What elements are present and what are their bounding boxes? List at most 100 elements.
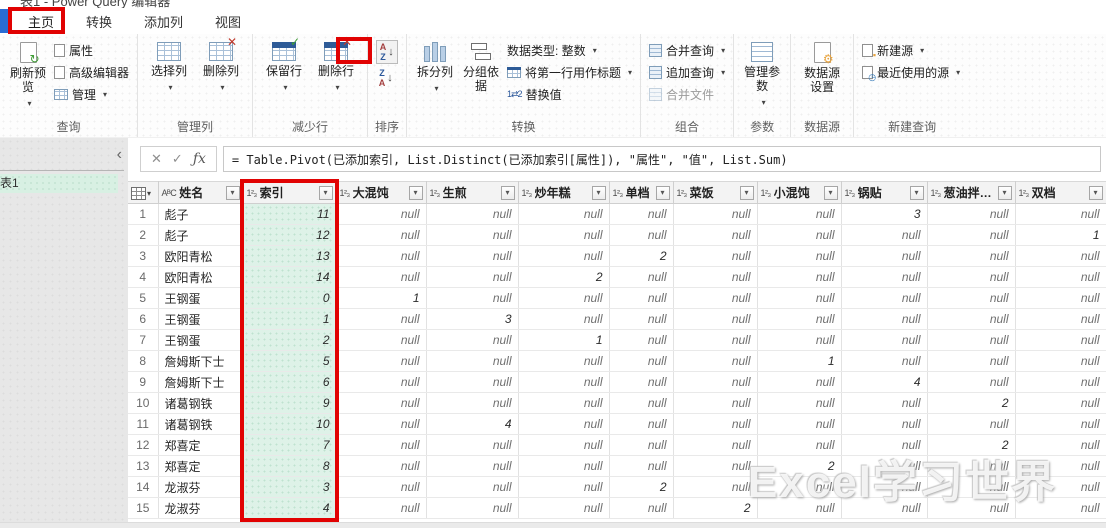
tab-view[interactable]: 视图 <box>199 8 257 35</box>
cell[interactable]: null <box>609 371 674 393</box>
cell[interactable]: null <box>1015 266 1106 288</box>
cell[interactable]: null <box>426 266 519 288</box>
row-number[interactable]: 1 <box>128 203 159 225</box>
new-source-button[interactable]: ▪ 新建源 <box>862 42 960 60</box>
cell[interactable]: 2 <box>927 392 1016 414</box>
cell[interactable]: 12 <box>243 224 337 246</box>
column-header[interactable]: 1²₃ 小混饨 <box>757 181 842 204</box>
cell[interactable]: 1 <box>243 308 337 330</box>
refresh-preview-button[interactable]: ↻ 刷新预览 <box>8 40 48 111</box>
cell[interactable]: null <box>518 392 610 414</box>
manage-button[interactable]: 管理 <box>54 86 129 103</box>
cell[interactable]: 王钢蛋 <box>158 287 244 309</box>
cell[interactable]: null <box>673 329 758 351</box>
filter-button[interactable] <box>225 185 240 200</box>
formula-input[interactable]: = Table.Pivot(已添加索引, List.Distinct(已添加索引… <box>222 146 1101 172</box>
cell[interactable]: 10 <box>243 413 337 435</box>
cell[interactable]: null <box>518 497 610 519</box>
column-header[interactable]: 1²₃ 锅贴 <box>841 181 928 204</box>
cell[interactable]: null <box>1015 455 1106 477</box>
cell[interactable]: null <box>518 371 610 393</box>
sort-ascending-button[interactable]: A ↓ Z <box>376 40 399 64</box>
keep-rows-button[interactable]: ✓ 保留行 <box>261 35 307 95</box>
cell[interactable]: null <box>426 350 519 372</box>
cell[interactable]: 0 <box>243 287 337 309</box>
cell[interactable]: null <box>426 392 519 414</box>
cell[interactable]: null <box>927 455 1016 477</box>
recent-sources-button[interactable]: ◷ 最近使用的源 <box>862 64 960 82</box>
cell[interactable]: null <box>1015 287 1106 309</box>
cell[interactable]: 诸葛钢铁 <box>158 392 244 414</box>
cell[interactable]: null <box>518 245 610 267</box>
cell[interactable]: 3 <box>841 203 928 225</box>
cell[interactable]: null <box>673 245 758 267</box>
cell[interactable]: 14 <box>243 266 337 288</box>
cell[interactable]: null <box>673 455 758 477</box>
first-row-headers-button[interactable]: 将第一行用作标题 <box>507 64 632 81</box>
cell[interactable]: null <box>673 350 758 372</box>
sort-descending-button[interactable]: Z ↓ A <box>376 67 398 89</box>
cell[interactable]: 4 <box>841 371 928 393</box>
cell[interactable]: null <box>927 350 1016 372</box>
cell[interactable]: 詹姆斯下士 <box>158 350 244 372</box>
filter-button[interactable] <box>909 185 924 200</box>
replace-values-button[interactable]: 1⇄2 替换值 <box>507 86 632 103</box>
cell[interactable]: 4 <box>243 497 337 519</box>
tab-add-column[interactable]: 添加列 <box>128 8 199 35</box>
cell[interactable]: null <box>518 350 610 372</box>
data-type-button[interactable]: 数据类型: 整数 <box>507 42 632 59</box>
row-number[interactable]: 6 <box>128 308 159 330</box>
cell[interactable]: null <box>673 203 758 225</box>
append-queries-button[interactable]: 追加查询 <box>649 64 725 81</box>
row-number[interactable]: 5 <box>128 287 159 309</box>
filter-button[interactable] <box>823 185 838 200</box>
properties-button[interactable]: 属性 <box>54 42 129 59</box>
cell[interactable]: null <box>1015 245 1106 267</box>
cell[interactable]: null <box>757 476 842 498</box>
cell[interactable]: null <box>757 245 842 267</box>
cell[interactable]: null <box>927 329 1016 351</box>
cell[interactable]: null <box>841 224 928 246</box>
cell[interactable]: null <box>336 413 427 435</box>
cell[interactable]: 王钢蛋 <box>158 329 244 351</box>
cell[interactable]: null <box>757 224 842 246</box>
cell[interactable]: null <box>841 266 928 288</box>
cell[interactable]: 3 <box>243 476 337 498</box>
cell[interactable]: null <box>518 455 610 477</box>
cell[interactable]: 2 <box>243 329 337 351</box>
column-header[interactable]: 1²₃ 单档 <box>609 181 674 204</box>
choose-columns-button[interactable]: 选择列 <box>146 40 192 95</box>
cell[interactable]: 3 <box>426 308 519 330</box>
column-header[interactable]: 1²₃ 大混饨 <box>336 181 427 204</box>
cell[interactable]: 詹姆斯下士 <box>158 371 244 393</box>
cell[interactable]: null <box>336 392 427 414</box>
cell[interactable]: null <box>757 371 842 393</box>
cell[interactable]: null <box>927 413 1016 435</box>
cell[interactable]: 4 <box>426 413 519 435</box>
cell[interactable]: null <box>609 392 674 414</box>
row-number[interactable]: 11 <box>128 413 159 435</box>
filter-button[interactable] <box>997 185 1012 200</box>
cell[interactable]: null <box>927 497 1016 519</box>
cell[interactable]: null <box>757 287 842 309</box>
cell[interactable]: null <box>518 434 610 456</box>
cell[interactable]: null <box>518 413 610 435</box>
cell[interactable]: null <box>426 497 519 519</box>
split-column-button[interactable]: 拆分列 <box>415 40 455 96</box>
cell[interactable]: null <box>673 392 758 414</box>
cell[interactable]: null <box>336 329 427 351</box>
cell[interactable]: null <box>609 329 674 351</box>
cell[interactable]: null <box>927 476 1016 498</box>
cell[interactable]: null <box>673 308 758 330</box>
cell[interactable]: null <box>518 203 610 225</box>
cell[interactable]: 9 <box>243 392 337 414</box>
filter-button[interactable] <box>655 185 670 200</box>
cell[interactable]: null <box>757 203 842 225</box>
cell[interactable]: null <box>609 224 674 246</box>
cell[interactable]: 2 <box>673 497 758 519</box>
cell[interactable]: null <box>609 413 674 435</box>
cell[interactable]: null <box>609 203 674 225</box>
cell[interactable]: null <box>426 476 519 498</box>
cell[interactable]: null <box>1015 371 1106 393</box>
fx-icon[interactable]: ƒx <box>193 151 206 167</box>
